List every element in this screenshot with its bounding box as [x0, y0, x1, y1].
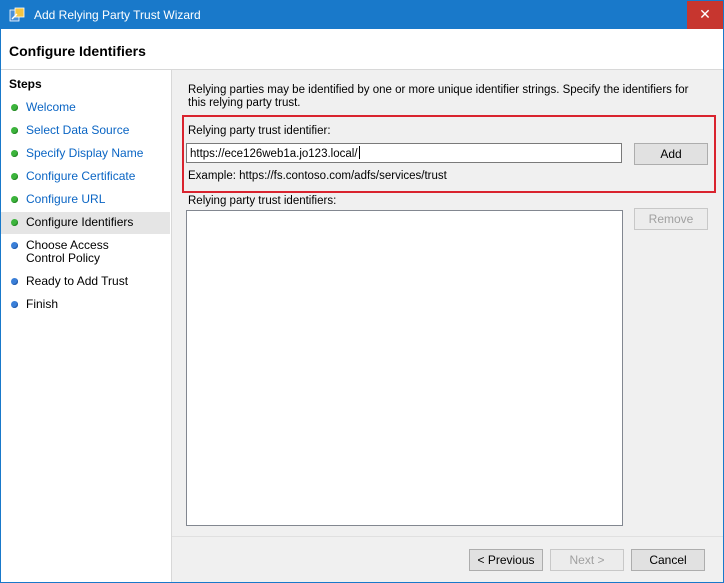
title-bar[interactable]: Add Relying Party Trust Wizard ✕ — [1, 1, 723, 29]
footer-divider — [172, 536, 723, 537]
intro-text: Relying parties may be identified by one… — [188, 84, 689, 109]
main-content: Relying parties may be identified by one… — [172, 70, 723, 582]
step-label: Specify Display Name — [26, 146, 144, 160]
cancel-button-label: Cancel — [649, 553, 687, 567]
add-button[interactable]: Add — [634, 143, 708, 165]
step-configure-identifiers: Configure Identifiers — [1, 212, 170, 234]
step-complete-icon — [11, 150, 18, 157]
step-complete-icon — [11, 104, 18, 111]
step-welcome[interactable]: Welcome — [1, 100, 170, 116]
identifiers-list[interactable] — [186, 210, 623, 526]
step-configure-certificate[interactable]: Configure Certificate — [1, 169, 170, 185]
step-choose-access-control-policy: Choose Access Control Policy — [1, 238, 170, 266]
step-complete-icon — [11, 173, 18, 180]
step-finish: Finish — [1, 297, 170, 313]
example-text: Example: https://fs.contoso.com/adfs/ser… — [188, 170, 447, 182]
next-button-label: Next > — [569, 553, 605, 567]
identifiers-label: Relying party trust identifiers: — [188, 195, 337, 207]
step-label: Select Data Source — [26, 123, 130, 137]
step-label: Ready to Add Trust — [26, 274, 129, 288]
remove-button-label: Remove — [648, 212, 694, 226]
step-label: Choose Access Control Policy — [26, 238, 109, 265]
step-label: Welcome — [26, 100, 76, 114]
step-current-icon — [11, 219, 18, 226]
step-pending-icon — [11, 278, 18, 285]
step-label: Configure Identifiers — [26, 215, 134, 229]
identifier-value: https://ece126web1a.jo123.local/ — [190, 148, 358, 160]
step-label: Configure Certificate — [26, 169, 136, 183]
step-pending-icon — [11, 301, 18, 308]
step-specify-display-name[interactable]: Specify Display Name — [1, 146, 170, 162]
step-label: Configure URL — [26, 192, 106, 206]
wizard-trust-icon — [9, 7, 25, 22]
step-select-data-source[interactable]: Select Data Source — [1, 123, 170, 139]
step-complete-icon — [11, 127, 18, 134]
step-pending-icon — [11, 242, 18, 249]
text-caret — [358, 146, 360, 159]
wizard-window: Add Relying Party Trust Wizard ✕ Configu… — [0, 0, 724, 583]
step-complete-icon — [11, 196, 18, 203]
steps-panel: Steps Welcome Select Data Source Specify… — [1, 70, 172, 582]
step-ready-to-add-trust: Ready to Add Trust — [1, 274, 170, 290]
close-button[interactable]: ✕ — [687, 1, 723, 29]
previous-button[interactable]: < Previous — [469, 549, 543, 571]
page-header: Configure Identifiers — [1, 29, 723, 70]
remove-button[interactable]: Remove — [634, 208, 708, 230]
window-title: Add Relying Party Trust Wizard — [34, 8, 201, 22]
close-icon: ✕ — [699, 6, 711, 22]
cancel-button[interactable]: Cancel — [631, 549, 705, 571]
add-button-label: Add — [660, 147, 682, 161]
identifier-input[interactable]: https://ece126web1a.jo123.local/ — [186, 143, 622, 163]
previous-button-label: < Previous — [477, 553, 535, 567]
identifier-label: Relying party trust identifier: — [188, 125, 331, 137]
step-label: Finish — [26, 297, 59, 311]
step-configure-url[interactable]: Configure URL — [1, 192, 170, 208]
page-title: Configure Identifiers — [9, 43, 146, 59]
steps-title: Steps — [9, 77, 42, 91]
next-button[interactable]: Next > — [550, 549, 624, 571]
